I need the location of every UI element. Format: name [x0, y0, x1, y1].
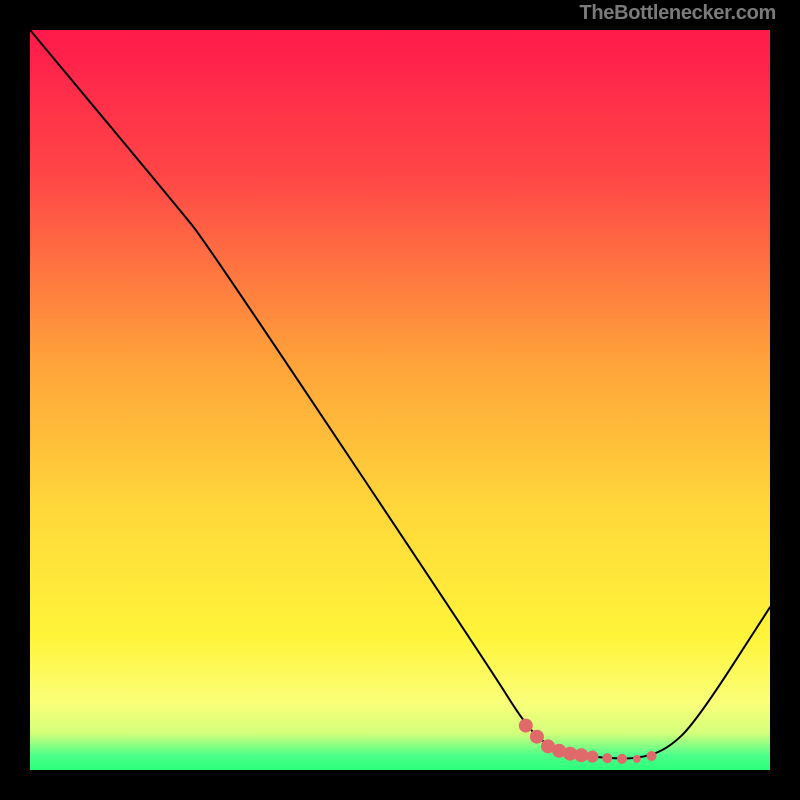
gradient-background	[30, 30, 770, 770]
chart-container: TheBottlenecker.com	[0, 0, 800, 800]
bottleneck-chart	[30, 30, 770, 770]
attribution-text: TheBottlenecker.com	[579, 2, 776, 25]
chart-svg	[30, 30, 770, 770]
